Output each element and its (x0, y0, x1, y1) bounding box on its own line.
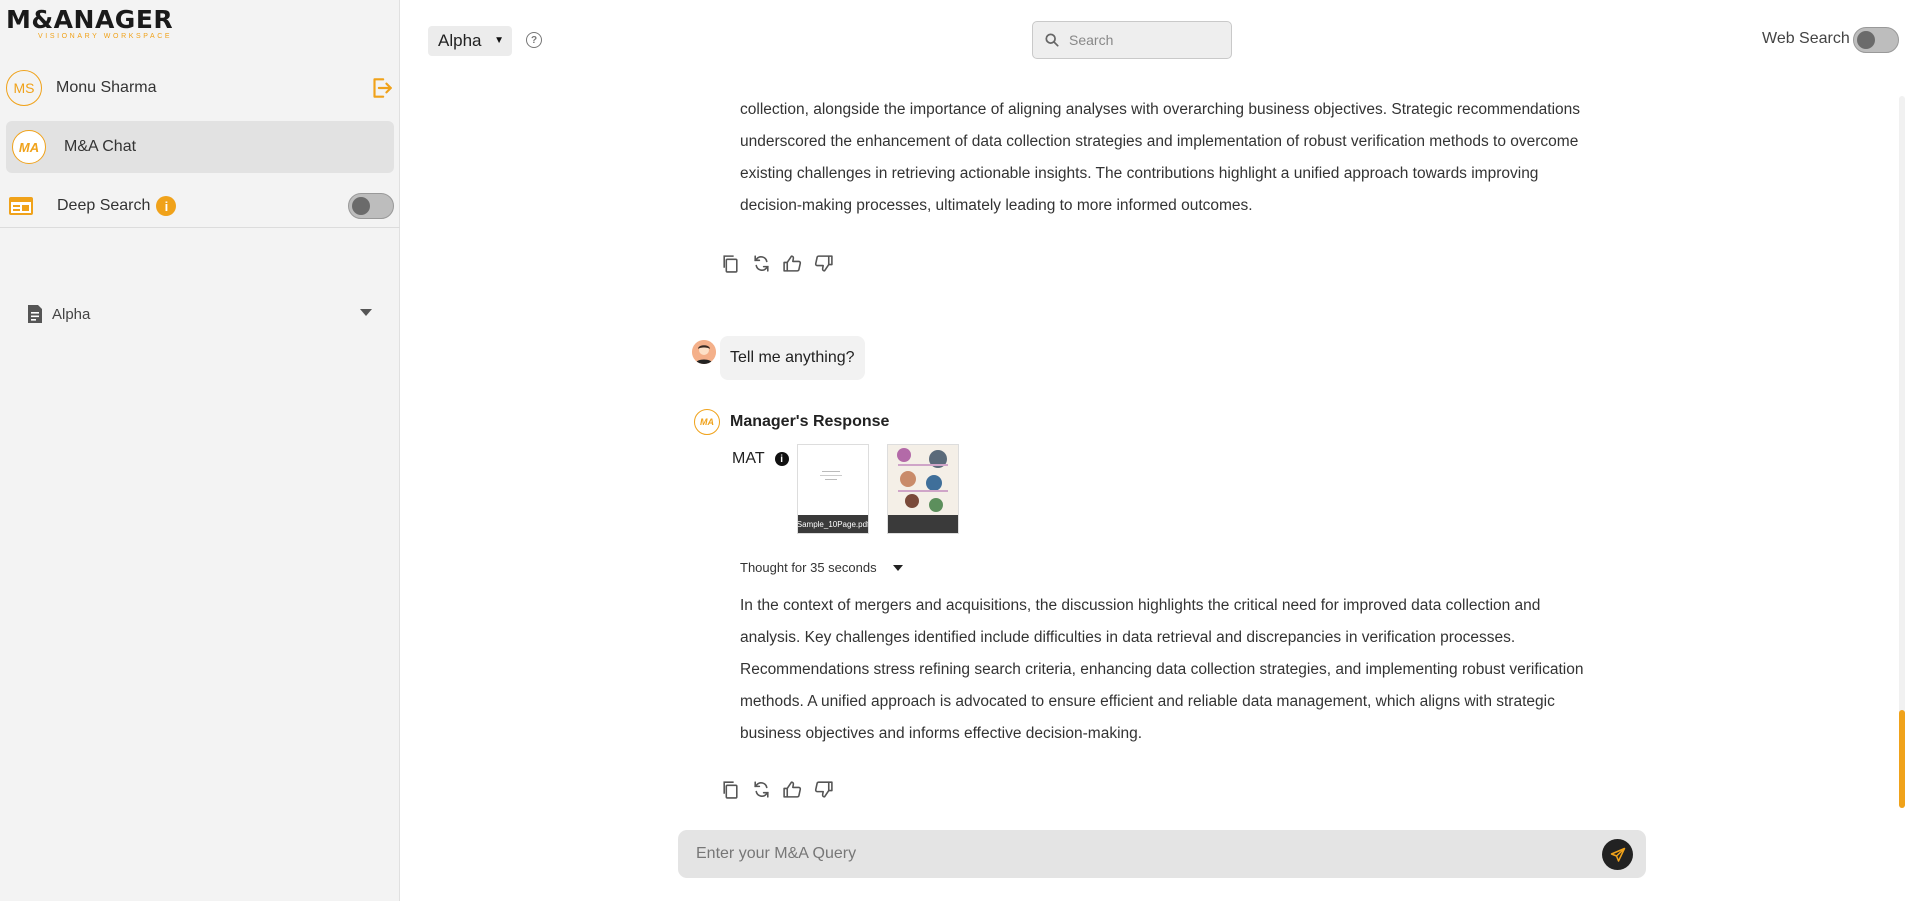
response-text: In the context of mergers and acquisitio… (740, 590, 1620, 750)
info-icon[interactable]: i (774, 452, 789, 466)
app-root: M&ANAGER VISIONARY WORKSPACE MS Monu Sha… (0, 0, 1920, 901)
source-label: MAT (732, 450, 765, 467)
text-line: Recommendations stress refining search c… (740, 661, 1584, 678)
attachment-caption: Sample_10Page.pdf (798, 515, 868, 533)
image-preview (888, 445, 958, 515)
thumbs-down-icon[interactable] (813, 779, 834, 800)
model-select[interactable]: Alpha ▼ (428, 26, 512, 56)
send-icon (1610, 847, 1625, 862)
text-line: decision-making processes, ultimately le… (740, 197, 1253, 214)
model-select-value: Alpha (438, 31, 482, 50)
info-icon[interactable]: i (156, 196, 177, 216)
thought-toggle[interactable]: Thought for 35 seconds (740, 560, 903, 575)
deep-search-row: Deep Search i (8, 192, 396, 220)
ma-chat-avatar: MA (12, 130, 46, 164)
attachment-thumbnail[interactable]: Sample_10Page.pdf (797, 444, 869, 534)
thumbs-up-icon[interactable] (782, 253, 803, 274)
document-preview (820, 471, 842, 480)
sidebar-folder-alpha[interactable]: Alpha (26, 302, 376, 326)
refresh-icon[interactable] (751, 253, 772, 274)
user-profile: MS Monu Sharma (6, 70, 396, 106)
text-line: business objectives and informs effectiv… (740, 725, 1143, 742)
text-line: In the context of mergers and acquisitio… (740, 597, 1541, 614)
help-icon[interactable]: ? (526, 32, 542, 48)
web-search-toggle[interactable] (1853, 27, 1899, 53)
assistant-avatar: MA (694, 409, 720, 435)
user-message-bubble: Tell me anything? (720, 336, 865, 380)
logout-icon[interactable] (368, 75, 394, 101)
avatar (692, 340, 716, 364)
message-actions (720, 252, 840, 274)
message-actions (720, 778, 840, 800)
logo-tagline: VISIONARY WORKSPACE (38, 33, 173, 40)
attachment-thumbnail[interactable] (887, 444, 959, 534)
deep-search-toggle[interactable] (348, 193, 394, 219)
web-search-label: Web Search (1762, 30, 1850, 47)
attachment-caption (888, 515, 958, 533)
copy-icon[interactable] (720, 253, 741, 274)
user-message: Tell me anything? (692, 336, 865, 382)
previous-response-text: collection, alongside the importance of … (740, 94, 1620, 222)
user-avatar-icon (692, 340, 716, 364)
divider (0, 227, 400, 228)
text-line: existing challenges in retrieving action… (740, 165, 1539, 182)
text-line: underscored the enhancement of data coll… (740, 133, 1579, 150)
logo-wordmark: M&ANAGER (6, 5, 174, 34)
copy-icon[interactable] (720, 779, 741, 800)
send-button[interactable] (1602, 839, 1633, 870)
folder-label: Alpha (52, 305, 91, 323)
search-icon (1045, 33, 1059, 47)
response-header: MA Manager's Response (694, 408, 889, 436)
deep-search-label: Deep Search (57, 197, 151, 214)
text-line: methods. A unified approach is advocated… (740, 693, 1555, 710)
text-line: analysis. Key challenges identified incl… (740, 629, 1516, 646)
sidebar-item-label: M&A Chat (64, 138, 137, 155)
text-line: collection, alongside the importance of … (740, 101, 1581, 118)
chevron-down-icon: ▼ (494, 35, 504, 46)
document-icon (28, 305, 42, 323)
response-title: Manager's Response (730, 413, 890, 430)
thumbs-up-icon[interactable] (782, 779, 803, 800)
toggle-knob (1857, 31, 1875, 49)
browser-window-icon (9, 197, 33, 215)
sidebar: M&ANAGER VISIONARY WORKSPACE MS Monu Sha… (0, 0, 400, 901)
refresh-icon[interactable] (751, 779, 772, 800)
thought-label: Thought for 35 seconds (740, 560, 877, 575)
avatar[interactable]: MS (6, 70, 42, 106)
toggle-knob (352, 197, 370, 215)
search-input[interactable] (1069, 32, 1219, 48)
query-input[interactable] (696, 843, 1566, 865)
user-name: Monu Sharma (56, 79, 157, 96)
search-box[interactable] (1032, 21, 1232, 59)
sidebar-item-ma-chat[interactable]: MA M&A Chat (6, 121, 394, 173)
query-bar (678, 830, 1646, 878)
app-logo: M&ANAGER VISIONARY WORKSPACE (6, 5, 174, 42)
chevron-down-icon (892, 564, 903, 571)
thumbs-down-icon[interactable] (813, 253, 834, 274)
scrollbar-thumb[interactable] (1899, 710, 1905, 808)
chat-scrollbar[interactable] (1899, 96, 1905, 808)
source-label-row: MAT i (732, 450, 789, 468)
chevron-down-icon[interactable] (360, 309, 372, 316)
